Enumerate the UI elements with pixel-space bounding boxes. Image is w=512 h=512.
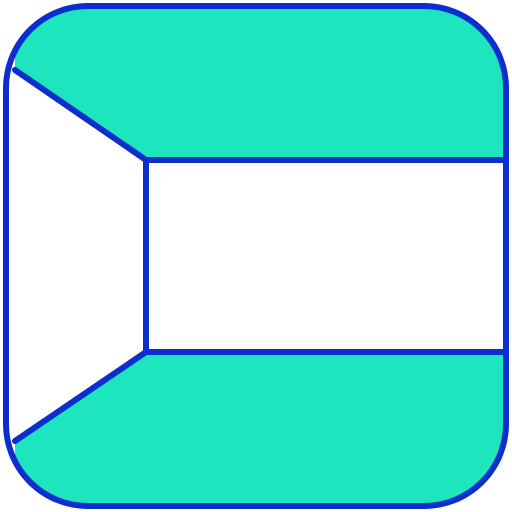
middle-band — [146, 160, 506, 352]
kuwait-flag-icon — [3, 3, 509, 509]
flag-icon-container — [0, 0, 512, 512]
